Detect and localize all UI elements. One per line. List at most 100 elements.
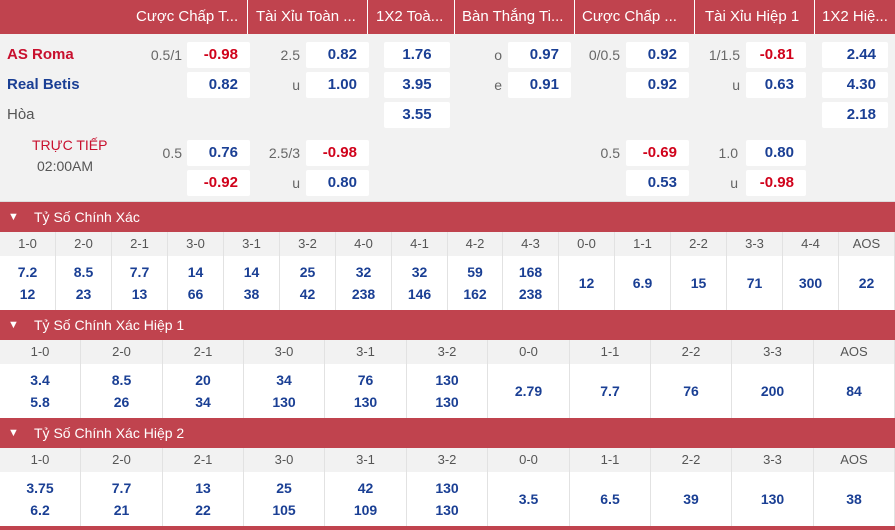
score-odds-value[interactable]: 84: [814, 381, 894, 401]
next-goal-home-odds[interactable]: 0.97: [508, 42, 571, 68]
score-odds-cell[interactable]: 7.7 21: [81, 472, 163, 526]
score-odds-value[interactable]: 109: [325, 500, 406, 520]
score-odds-value[interactable]: 130: [407, 370, 487, 390]
col-over-under-full[interactable]: Tài Xỉu Toàn ...: [256, 0, 366, 34]
score-odds-cell[interactable]: 7.7 13: [112, 256, 168, 310]
score-odds-value[interactable]: 23: [56, 284, 111, 304]
score-odds-cell[interactable]: 32 238: [336, 256, 392, 310]
away-team-name[interactable]: Real Betis: [7, 72, 80, 98]
score-odds-value[interactable]: 39: [651, 489, 731, 509]
col-1x2-h1[interactable]: 1X2 Hiệ...: [822, 0, 894, 34]
handicap-home-odds[interactable]: -0.98: [187, 42, 250, 68]
home-team-name[interactable]: AS Roma: [7, 42, 74, 68]
h1-ou-under-odds[interactable]: 0.63: [746, 72, 806, 98]
score-odds-value[interactable]: 130: [732, 489, 813, 509]
score-odds-cell[interactable]: 39: [651, 472, 732, 526]
score-odds-cell[interactable]: 6.5: [570, 472, 651, 526]
score-odds-value[interactable]: 32: [336, 262, 391, 282]
handicap-alt-home-odds[interactable]: 0.76: [187, 140, 250, 166]
score-odds-value[interactable]: 59: [448, 262, 502, 282]
score-odds-value[interactable]: 238: [503, 284, 558, 304]
score-odds-cell[interactable]: 42 109: [325, 472, 407, 526]
score-odds-value[interactable]: 66: [168, 284, 223, 304]
score-odds-value[interactable]: 38: [224, 284, 279, 304]
score-odds-cell[interactable]: 59 162: [448, 256, 503, 310]
score-odds-value[interactable]: 20: [163, 370, 243, 390]
score-odds-value[interactable]: 76: [325, 370, 406, 390]
score-odds-cell[interactable]: 7.2 12: [0, 256, 56, 310]
score-odds-cell[interactable]: 200: [732, 364, 814, 418]
score-odds-cell[interactable]: 20 34: [163, 364, 244, 418]
score-odds-cell[interactable]: 3.75 6.2: [0, 472, 81, 526]
next-goal-away-odds[interactable]: 0.91: [508, 72, 571, 98]
score-odds-value[interactable]: 7.2: [0, 262, 55, 282]
score-odds-cell[interactable]: 71: [727, 256, 783, 310]
score-odds-value[interactable]: 42: [325, 478, 406, 498]
score-odds-value[interactable]: 32: [392, 262, 447, 282]
score-odds-cell[interactable]: 3.4 5.8: [0, 364, 81, 418]
col-next-goal[interactable]: Bàn Thắng Ti...: [462, 0, 572, 34]
score-odds-value[interactable]: 12: [559, 273, 614, 293]
score-odds-value[interactable]: 14: [168, 262, 223, 282]
score-odds-cell[interactable]: 2.79: [488, 364, 570, 418]
score-odds-value[interactable]: 238: [336, 284, 391, 304]
h1-handicap-alt-away-odds[interactable]: 0.53: [626, 170, 689, 196]
score-odds-cell[interactable]: 76: [651, 364, 732, 418]
h1-1x2-draw-odds[interactable]: 2.18: [822, 102, 888, 128]
score-odds-value[interactable]: 12: [0, 284, 55, 304]
score-odds-value[interactable]: 7.7: [570, 381, 650, 401]
score-odds-value[interactable]: 3.5: [488, 489, 569, 509]
score-odds-value[interactable]: 168: [503, 262, 558, 282]
score-odds-value[interactable]: 42: [280, 284, 335, 304]
score-odds-cell[interactable]: 300: [783, 256, 839, 310]
h1-ou-alt-over-odds[interactable]: 0.80: [746, 140, 806, 166]
score-odds-cell[interactable]: 25 42: [280, 256, 336, 310]
score-odds-value[interactable]: 6.9: [615, 273, 670, 293]
score-odds-cell[interactable]: 12: [559, 256, 615, 310]
score-odds-value[interactable]: 14: [224, 262, 279, 282]
ou-alt-under-odds[interactable]: 0.80: [306, 170, 369, 196]
score-odds-value[interactable]: 15: [671, 273, 726, 293]
handicap-alt-away-odds[interactable]: -0.92: [187, 170, 250, 196]
score-odds-value[interactable]: 76: [651, 381, 731, 401]
score-odds-value[interactable]: 130: [407, 500, 487, 520]
ou-over-odds[interactable]: 0.82: [306, 42, 369, 68]
score-odds-value[interactable]: 6.5: [570, 489, 650, 509]
score-odds-value[interactable]: 300: [783, 273, 838, 293]
section-correct-score-h2-header[interactable]: ▼ Tỷ Số Chính Xác Hiệp 2: [0, 418, 895, 448]
score-odds-value[interactable]: 25: [280, 262, 335, 282]
score-odds-cell[interactable]: 38: [814, 472, 895, 526]
score-odds-cell[interactable]: 15: [671, 256, 727, 310]
1x2-draw-odds[interactable]: 3.55: [384, 102, 450, 128]
h1-1x2-away-odds[interactable]: 4.30: [822, 72, 888, 98]
h1-handicap-alt-home-odds[interactable]: -0.69: [626, 140, 689, 166]
score-odds-cell[interactable]: 14 66: [168, 256, 224, 310]
ou-under-odds[interactable]: 1.00: [306, 72, 369, 98]
score-odds-value[interactable]: 130: [244, 392, 324, 412]
h1-handicap-away-odds[interactable]: 0.92: [626, 72, 689, 98]
1x2-home-odds[interactable]: 1.76: [384, 42, 450, 68]
score-odds-value[interactable]: 146: [392, 284, 447, 304]
score-odds-value[interactable]: 34: [244, 370, 324, 390]
score-odds-value[interactable]: 130: [407, 392, 487, 412]
h1-1x2-home-odds[interactable]: 2.44: [822, 42, 888, 68]
score-odds-value[interactable]: 162: [448, 284, 502, 304]
score-odds-cell[interactable]: 168 238: [503, 256, 559, 310]
score-odds-cell[interactable]: 14 38: [224, 256, 280, 310]
score-odds-cell[interactable]: 34 130: [244, 364, 325, 418]
score-odds-value[interactable]: 21: [81, 500, 162, 520]
ou-alt-over-odds[interactable]: -0.98: [306, 140, 369, 166]
score-odds-value[interactable]: 13: [112, 284, 167, 304]
1x2-away-odds[interactable]: 3.95: [384, 72, 450, 98]
score-odds-value[interactable]: 25: [244, 478, 324, 498]
h1-ou-alt-under-odds[interactable]: -0.98: [746, 170, 806, 196]
score-odds-value[interactable]: 71: [727, 273, 782, 293]
col-1x2-full[interactable]: 1X2 Toà...: [376, 0, 450, 34]
score-odds-value[interactable]: 6.2: [0, 500, 80, 520]
score-odds-cell[interactable]: 8.5 26: [81, 364, 163, 418]
score-odds-value[interactable]: 3.4: [0, 370, 80, 390]
score-odds-cell[interactable]: 76 130: [325, 364, 407, 418]
h1-handicap-home-odds[interactable]: 0.92: [626, 42, 689, 68]
score-odds-cell[interactable]: 32 146: [392, 256, 448, 310]
col-handicap-full[interactable]: Cược Chấp T...: [136, 0, 244, 34]
